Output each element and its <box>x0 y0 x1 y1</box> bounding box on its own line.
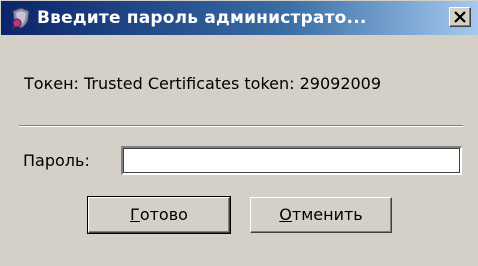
ok-button-mnemonic: Г <box>130 205 140 224</box>
password-dialog: Введите пароль администрато... Токен: Tr… <box>0 0 478 266</box>
password-label: Пароль: <box>23 151 90 170</box>
ok-button-label: отово <box>139 205 188 224</box>
close-button[interactable] <box>449 7 471 27</box>
cancel-button-mnemonic: О <box>279 205 292 224</box>
cancel-button-label: тменить <box>291 205 363 224</box>
cancel-button[interactable]: Отменить <box>250 197 392 233</box>
close-icon <box>454 11 466 23</box>
window-title: Введите пароль администрато... <box>37 8 367 28</box>
title-bar[interactable]: Введите пароль администрато... <box>1 1 478 35</box>
password-input[interactable] <box>121 146 462 175</box>
token-label: Токен: Trusted Certificates token: 29092… <box>24 74 382 93</box>
certificate-shield-icon <box>9 6 33 30</box>
separator <box>19 125 463 127</box>
ok-button[interactable]: Готово <box>87 196 231 234</box>
